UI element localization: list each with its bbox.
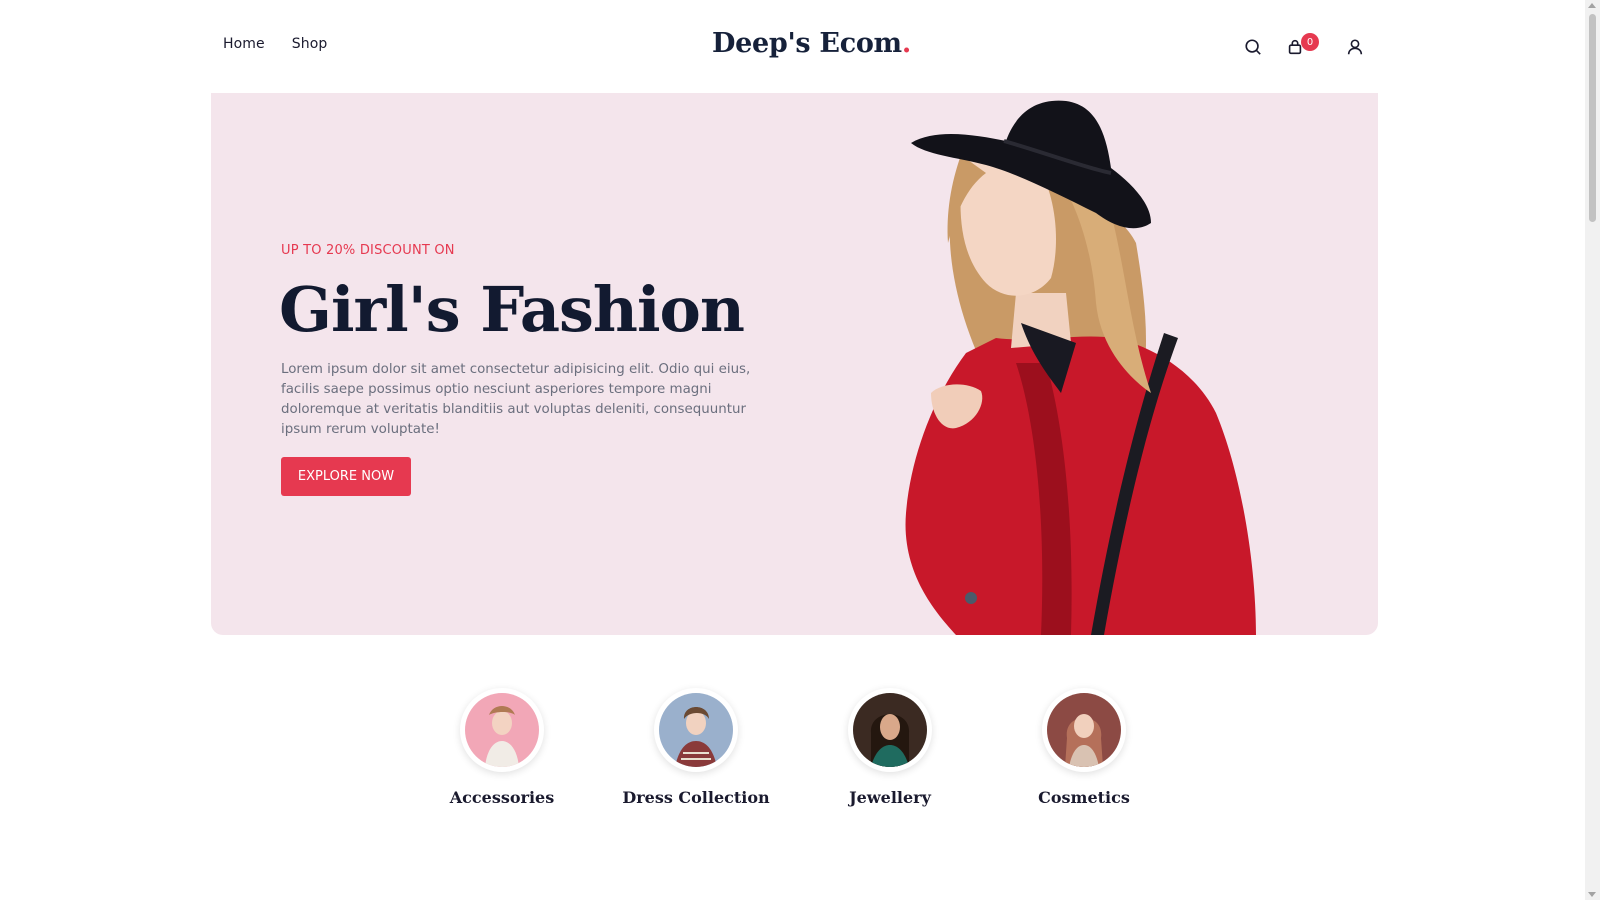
explore-now-button[interactable]: EXPLORE NOW [281,457,411,496]
category-jewellery[interactable]: Jewellery [800,688,980,807]
hero-title: Girl's Fashion [279,273,745,346]
category-accessories-image [460,688,544,772]
hero-description: Lorem ipsum dolor sit amet consectetur a… [281,362,751,437]
site-header: Home Shop Deep's Ecom. 0 [0,0,1585,93]
category-jewellery-image [848,688,932,772]
search-icon[interactable] [1242,36,1264,58]
hero-eyebrow: UP TO 20% DISCOUNT ON [281,243,455,258]
logo-dot: . [901,28,911,59]
category-jewellery-label: Jewellery [849,788,931,807]
category-cosmetics-image [1042,688,1126,772]
category-dress-collection[interactable]: Dress Collection [606,688,786,807]
site-logo[interactable]: Deep's Ecom. [712,28,911,59]
scroll-down-arrow-icon[interactable] [1588,892,1596,897]
category-accessories-label: Accessories [449,788,555,807]
nav-shop-link[interactable]: Shop [292,36,328,52]
hero-model-image [905,100,1256,635]
category-dress-label: Dress Collection [622,788,770,807]
main-nav: Home Shop [223,36,327,52]
category-cosmetics[interactable]: Cosmetics [994,688,1174,807]
category-dress-image [654,688,738,772]
page-scrollbar[interactable] [1585,0,1600,900]
logo-text: Deep's Ecom [712,28,902,59]
nav-home-link[interactable]: Home [223,36,265,52]
hero-banner: UP TO 20% DISCOUNT ON Girl's Fashion Lor… [211,93,1378,635]
user-icon[interactable] [1344,36,1366,58]
cart-count-badge: 0 [1301,33,1319,51]
category-cosmetics-label: Cosmetics [1038,788,1130,807]
scroll-up-arrow-icon[interactable] [1588,3,1596,8]
category-accessories[interactable]: Accessories [412,688,592,807]
scrollbar-thumb[interactable] [1589,14,1596,222]
